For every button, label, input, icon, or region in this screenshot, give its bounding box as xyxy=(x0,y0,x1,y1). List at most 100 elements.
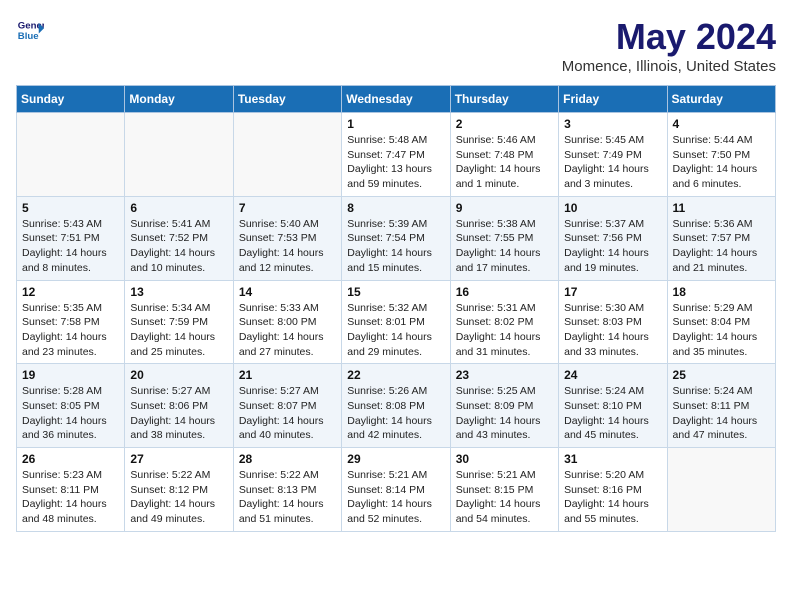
day-number: 19 xyxy=(22,368,119,382)
calendar-header: SundayMondayTuesdayWednesdayThursdayFrid… xyxy=(17,86,776,113)
calendar-cell: 9 Sunrise: 5:38 AMSunset: 7:55 PMDaylight… xyxy=(450,196,558,280)
calendar-cell: 22Sunrise: 5:26 AMSunset: 8:08 PMDayligh… xyxy=(342,364,450,448)
day-number: 7 xyxy=(239,201,336,215)
calendar-cell: 2 Sunrise: 5:46 AMSunset: 7:48 PMDaylight… xyxy=(450,113,558,197)
day-header-row: SundayMondayTuesdayWednesdayThursdayFrid… xyxy=(17,86,776,113)
day-info: Sunrise: 5:28 AMSunset: 8:05 PMDaylight:… xyxy=(22,384,119,443)
calendar-cell: 31 Sunrise: 5:20 AMSunset: 8:16 PMDayligh… xyxy=(559,448,667,532)
day-number: 17 xyxy=(564,285,661,299)
day-number: 26 xyxy=(22,452,119,466)
day-info: Sunrise: 5:22 AMSunset: 8:13 PMDaylight:… xyxy=(239,468,336,527)
day-info: Sunrise: 5:24 AMSunset: 8:10 PMDaylight:… xyxy=(564,384,661,443)
day-number: 25 xyxy=(673,368,770,382)
day-number: 16 xyxy=(456,285,553,299)
day-number: 9 xyxy=(456,201,553,215)
day-number: 11 xyxy=(673,201,770,215)
calendar-cell: 3Sunrise: 5:45 AMSunset: 7:49 PMDaylight… xyxy=(559,113,667,197)
day-header-wednesday: Wednesday xyxy=(342,86,450,113)
week-row-3: 12 Sunrise: 5:35 AMSunset: 7:58 PMDayligh… xyxy=(17,280,776,364)
calendar-cell: 30Sunrise: 5:21 AMSunset: 8:15 PMDayligh… xyxy=(450,448,558,532)
calendar-cell xyxy=(125,113,233,197)
week-row-2: 5 Sunrise: 5:43 AMSunset: 7:51 PMDaylight… xyxy=(17,196,776,280)
day-number: 27 xyxy=(130,452,227,466)
day-number: 24 xyxy=(564,368,661,382)
day-number: 21 xyxy=(239,368,336,382)
calendar-cell xyxy=(233,113,341,197)
week-row-5: 26 Sunrise: 5:23 AMSunset: 8:11 PMDayligh… xyxy=(17,448,776,532)
day-number: 10 xyxy=(564,201,661,215)
calendar-cell: 11 Sunrise: 5:36 AMSunset: 7:57 PMDayligh… xyxy=(667,196,775,280)
day-info: Sunrise: 5:45 AMSunset: 7:49 PMDaylight:… xyxy=(564,133,661,192)
day-info: Sunrise: 5:32 AMSunset: 8:01 PMDaylight:… xyxy=(347,301,444,360)
day-info: Sunrise: 5:43 AMSunset: 7:51 PMDaylight:… xyxy=(22,217,119,276)
calendar-cell: 14Sunrise: 5:33 AMSunset: 8:00 PMDayligh… xyxy=(233,280,341,364)
calendar-table: SundayMondayTuesdayWednesdayThursdayFrid… xyxy=(16,85,776,532)
day-number: 15 xyxy=(347,285,444,299)
day-info: Sunrise: 5:29 AMSunset: 8:04 PMDaylight:… xyxy=(673,301,770,360)
day-number: 18 xyxy=(673,285,770,299)
day-number: 23 xyxy=(456,368,553,382)
day-info: Sunrise: 5:38 AMSunset: 7:55 PMDaylight:… xyxy=(456,217,553,276)
calendar-cell xyxy=(667,448,775,532)
day-info: Sunrise: 5:41 AMSunset: 7:52 PMDaylight:… xyxy=(130,217,227,276)
day-info: Sunrise: 5:21 AMSunset: 8:15 PMDaylight:… xyxy=(456,468,553,527)
day-info: Sunrise: 5:39 AMSunset: 7:54 PMDaylight:… xyxy=(347,217,444,276)
calendar-cell: 20Sunrise: 5:27 AMSunset: 8:06 PMDayligh… xyxy=(125,364,233,448)
day-number: 20 xyxy=(130,368,227,382)
day-info: Sunrise: 5:23 AMSunset: 8:11 PMDaylight:… xyxy=(22,468,119,527)
calendar-cell xyxy=(17,113,125,197)
day-header-monday: Monday xyxy=(125,86,233,113)
day-number: 28 xyxy=(239,452,336,466)
calendar-cell: 10 Sunrise: 5:37 AMSunset: 7:56 PMDayligh… xyxy=(559,196,667,280)
week-row-1: 1Sunrise: 5:48 AMSunset: 7:47 PMDaylight… xyxy=(17,113,776,197)
calendar-cell: 25 Sunrise: 5:24 AMSunset: 8:11 PMDayligh… xyxy=(667,364,775,448)
day-info: Sunrise: 5:30 AMSunset: 8:03 PMDaylight:… xyxy=(564,301,661,360)
day-info: Sunrise: 5:27 AMSunset: 8:07 PMDaylight:… xyxy=(239,384,336,443)
day-number: 8 xyxy=(347,201,444,215)
day-info: Sunrise: 5:35 AMSunset: 7:58 PMDaylight:… xyxy=(22,301,119,360)
calendar-cell: 4Sunrise: 5:44 AMSunset: 7:50 PMDaylight… xyxy=(667,113,775,197)
day-number: 13 xyxy=(130,285,227,299)
day-header-thursday: Thursday xyxy=(450,86,558,113)
calendar-cell: 15 Sunrise: 5:32 AMSunset: 8:01 PMDayligh… xyxy=(342,280,450,364)
day-info: Sunrise: 5:46 AMSunset: 7:48 PMDaylight:… xyxy=(456,133,553,192)
day-number: 12 xyxy=(22,285,119,299)
day-number: 31 xyxy=(564,452,661,466)
calendar-cell: 18 Sunrise: 5:29 AMSunset: 8:04 PMDayligh… xyxy=(667,280,775,364)
day-info: Sunrise: 5:40 AMSunset: 7:53 PMDaylight:… xyxy=(239,217,336,276)
day-info: Sunrise: 5:48 AMSunset: 7:47 PMDaylight:… xyxy=(347,133,444,192)
calendar-cell: 17 Sunrise: 5:30 AMSunset: 8:03 PMDayligh… xyxy=(559,280,667,364)
calendar-cell: 21 Sunrise: 5:27 AMSunset: 8:07 PMDayligh… xyxy=(233,364,341,448)
calendar-cell: 19 Sunrise: 5:28 AMSunset: 8:05 PMDayligh… xyxy=(17,364,125,448)
day-info: Sunrise: 5:26 AMSunset: 8:08 PMDaylight:… xyxy=(347,384,444,443)
day-info: Sunrise: 5:31 AMSunset: 8:02 PMDaylight:… xyxy=(456,301,553,360)
day-number: 6 xyxy=(130,201,227,215)
week-row-4: 19 Sunrise: 5:28 AMSunset: 8:05 PMDayligh… xyxy=(17,364,776,448)
calendar-cell: 27 Sunrise: 5:22 AMSunset: 8:12 PMDayligh… xyxy=(125,448,233,532)
day-info: Sunrise: 5:25 AMSunset: 8:09 PMDaylight:… xyxy=(456,384,553,443)
calendar-cell: 23 Sunrise: 5:25 AMSunset: 8:09 PMDayligh… xyxy=(450,364,558,448)
day-number: 5 xyxy=(22,201,119,215)
day-info: Sunrise: 5:22 AMSunset: 8:12 PMDaylight:… xyxy=(130,468,227,527)
page-title: May 2024 xyxy=(562,16,776,58)
calendar-cell: 26 Sunrise: 5:23 AMSunset: 8:11 PMDayligh… xyxy=(17,448,125,532)
day-number: 2 xyxy=(456,117,553,131)
calendar-cell: 28 Sunrise: 5:22 AMSunset: 8:13 PMDayligh… xyxy=(233,448,341,532)
calendar-cell: 6 Sunrise: 5:41 AMSunset: 7:52 PMDaylight… xyxy=(125,196,233,280)
svg-text:Blue: Blue xyxy=(18,31,39,42)
day-info: Sunrise: 5:37 AMSunset: 7:56 PMDaylight:… xyxy=(564,217,661,276)
calendar-cell: 5 Sunrise: 5:43 AMSunset: 7:51 PMDaylight… xyxy=(17,196,125,280)
calendar-cell: 12 Sunrise: 5:35 AMSunset: 7:58 PMDayligh… xyxy=(17,280,125,364)
day-info: Sunrise: 5:36 AMSunset: 7:57 PMDaylight:… xyxy=(673,217,770,276)
day-info: Sunrise: 5:34 AMSunset: 7:59 PMDaylight:… xyxy=(130,301,227,360)
page-subtitle: Momence, Illinois, United States xyxy=(562,58,776,75)
day-number: 29 xyxy=(347,452,444,466)
day-info: Sunrise: 5:20 AMSunset: 8:16 PMDaylight:… xyxy=(564,468,661,527)
day-header-tuesday: Tuesday xyxy=(233,86,341,113)
calendar-cell: 7 Sunrise: 5:40 AMSunset: 7:53 PMDaylight… xyxy=(233,196,341,280)
title-area: May 2024 Momence, Illinois, United State… xyxy=(562,16,776,75)
calendar-cell: 13 Sunrise: 5:34 AMSunset: 7:59 PMDayligh… xyxy=(125,280,233,364)
day-info: Sunrise: 5:24 AMSunset: 8:11 PMDaylight:… xyxy=(673,384,770,443)
day-header-saturday: Saturday xyxy=(667,86,775,113)
calendar-cell: 29Sunrise: 5:21 AMSunset: 8:14 PMDayligh… xyxy=(342,448,450,532)
